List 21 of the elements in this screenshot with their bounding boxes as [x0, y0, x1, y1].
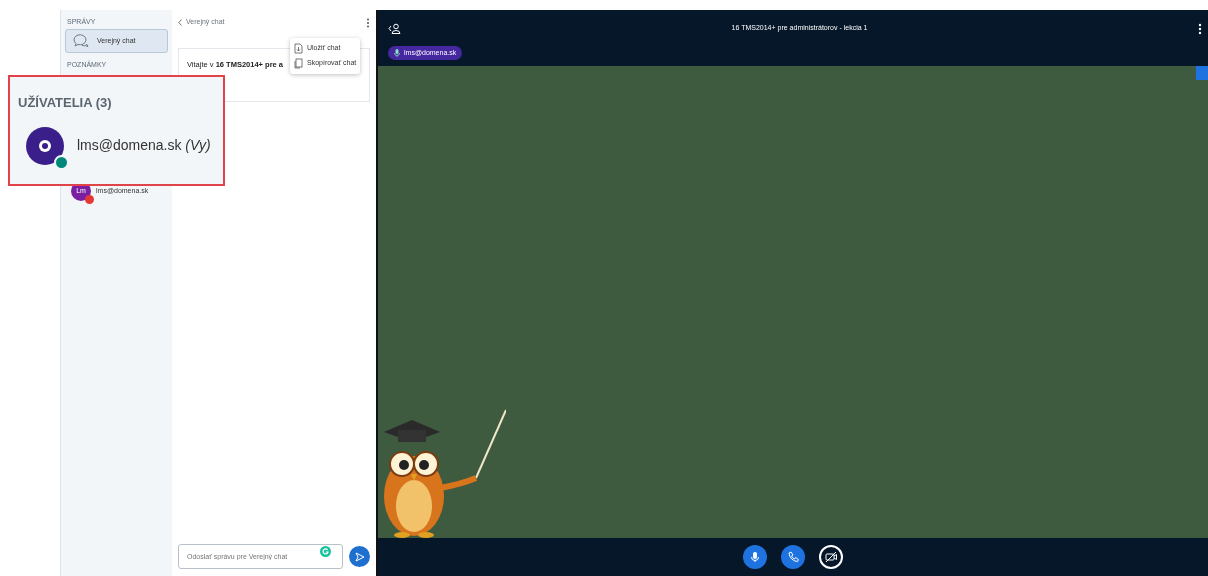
- more-icon: [366, 17, 370, 28]
- send-button[interactable]: [349, 546, 370, 567]
- camera-icon: [825, 551, 837, 563]
- grammar-icon: [320, 546, 331, 557]
- user-icon: [38, 138, 52, 153]
- phone-icon: [787, 551, 799, 563]
- send-icon: [354, 551, 365, 562]
- panel-toggle-button[interactable]: [1196, 66, 1208, 80]
- mic-button[interactable]: [743, 545, 767, 569]
- users-heading: UŽÍVATELIA (3): [18, 94, 113, 112]
- user-icon: [388, 23, 401, 35]
- microphone-icon: [749, 551, 761, 563]
- document-icon: [294, 43, 303, 54]
- microphone-icon: [394, 49, 400, 57]
- more-icon: [1198, 22, 1202, 35]
- camera-button[interactable]: [819, 545, 843, 569]
- chevron-left-icon: [178, 18, 182, 26]
- phone-button[interactable]: [781, 545, 805, 569]
- chat-bubbles-icon: [71, 33, 89, 49]
- user-name: lms@domena.sk (Vy): [77, 136, 211, 155]
- copy-icon: [294, 58, 303, 69]
